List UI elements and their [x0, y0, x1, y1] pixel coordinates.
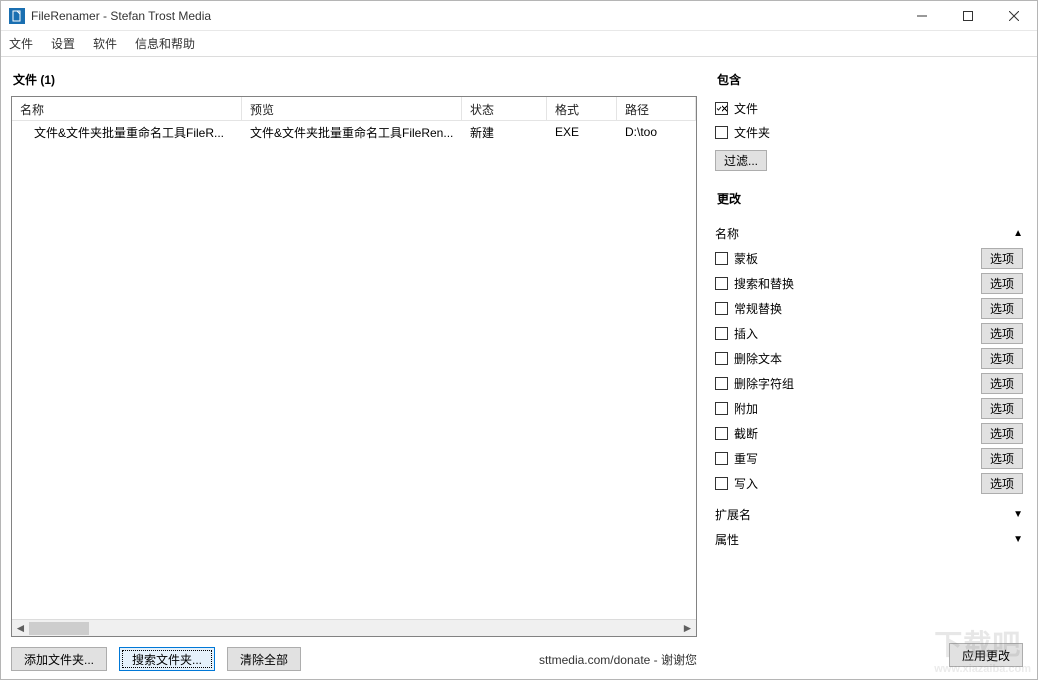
group-name-label: 名称 — [715, 225, 739, 242]
grid-body[interactable]: 文件&文件夹批量重命名工具FileR... 文件&文件夹批量重命名工具FileR… — [12, 121, 696, 619]
include-heading: 包含 — [717, 71, 1023, 88]
option-settings-button[interactable]: 选项 — [981, 448, 1023, 469]
option-row: 常规替换 选项 — [715, 296, 1023, 321]
col-header-format[interactable]: 格式 — [547, 97, 617, 121]
option-checkbox[interactable] — [715, 427, 728, 440]
option-label: 插入 — [734, 325, 758, 342]
menu-file[interactable]: 文件 — [9, 35, 33, 52]
scroll-track[interactable] — [29, 620, 679, 636]
option-row: 蒙板 选项 — [715, 246, 1023, 271]
option-checkbox[interactable] — [715, 277, 728, 290]
col-header-path[interactable]: 路径 — [617, 97, 696, 121]
option-row: 重写 选项 — [715, 446, 1023, 471]
menu-software[interactable]: 软件 — [93, 35, 117, 52]
maximize-button[interactable] — [945, 1, 991, 31]
include-files-checkbox[interactable] — [715, 102, 728, 115]
include-folders-row[interactable]: 文件夹 — [715, 120, 1023, 144]
option-row: 搜索和替换 选项 — [715, 271, 1023, 296]
option-checkbox[interactable] — [715, 452, 728, 465]
option-settings-button[interactable]: 选项 — [981, 323, 1023, 344]
titlebar: FileRenamer - Stefan Trost Media — [1, 1, 1037, 31]
option-row: 删除字符组 选项 — [715, 371, 1023, 396]
option-checkbox[interactable] — [715, 477, 728, 490]
cell-status: 新建 — [462, 122, 547, 143]
group-attr-header[interactable]: 属性 ▼ — [715, 531, 1023, 548]
option-row: 截断 选项 — [715, 421, 1023, 446]
option-label: 删除文本 — [734, 350, 782, 367]
option-row: 插入 选项 — [715, 321, 1023, 346]
option-checkbox[interactable] — [715, 352, 728, 365]
option-label: 常规替换 — [734, 300, 782, 317]
window-controls — [899, 1, 1037, 31]
option-settings-button[interactable]: 选项 — [981, 473, 1023, 494]
file-grid: 名称 预览 状态 格式 路径 文件&文件夹批量重命名工具FileR... 文件&… — [11, 96, 697, 637]
option-checkbox[interactable] — [715, 402, 728, 415]
option-row: 附加 选项 — [715, 396, 1023, 421]
minimize-button[interactable] — [899, 1, 945, 31]
right-pane: 包含 文件 文件夹 过滤... 更改 名称 ▲ 蒙板选项搜索和替换选项常规替换选… — [707, 57, 1037, 679]
cell-name: 文件&文件夹批量重命名工具FileR... — [12, 122, 242, 143]
group-attr-label: 属性 — [715, 531, 739, 548]
grid-header: 名称 预览 状态 格式 路径 — [12, 97, 696, 121]
caret-up-icon: ▲ — [1013, 228, 1023, 239]
option-label: 搜索和替换 — [734, 275, 794, 292]
menu-settings[interactable]: 设置 — [51, 35, 75, 52]
group-ext-label: 扩展名 — [715, 506, 751, 523]
include-folders-checkbox[interactable] — [715, 126, 728, 139]
option-settings-button[interactable]: 选项 — [981, 423, 1023, 444]
horizontal-scrollbar[interactable]: ◄ ► — [12, 619, 696, 636]
cell-preview: 文件&文件夹批量重命名工具FileRen... — [242, 122, 462, 143]
close-button[interactable] — [991, 1, 1037, 31]
group-ext-header[interactable]: 扩展名 ▼ — [715, 506, 1023, 523]
col-header-name[interactable]: 名称 — [12, 97, 242, 121]
cell-format: EXE — [547, 123, 617, 141]
option-label: 附加 — [734, 400, 758, 417]
option-checkbox[interactable] — [715, 377, 728, 390]
option-settings-button[interactable]: 选项 — [981, 248, 1023, 269]
include-files-label: 文件 — [734, 100, 758, 117]
app-icon — [9, 8, 25, 24]
filter-button[interactable]: 过滤... — [715, 150, 767, 171]
changes-heading: 更改 — [717, 190, 1023, 207]
option-label: 写入 — [734, 475, 758, 492]
scroll-right-icon[interactable]: ► — [679, 620, 696, 636]
option-settings-button[interactable]: 选项 — [981, 373, 1023, 394]
files-heading: 文件 (1) — [13, 71, 697, 88]
menubar: 文件 设置 软件 信息和帮助 — [1, 31, 1037, 57]
scroll-thumb[interactable] — [29, 622, 89, 635]
group-name-header[interactable]: 名称 ▲ — [715, 225, 1023, 242]
option-row: 写入 选项 — [715, 471, 1023, 496]
include-files-row[interactable]: 文件 — [715, 96, 1023, 120]
apply-changes-button[interactable]: 应用更改 — [949, 643, 1023, 667]
donate-text: sttmedia.com/donate - 谢谢您 — [539, 651, 697, 668]
option-label: 蒙板 — [734, 250, 758, 267]
include-folders-label: 文件夹 — [734, 124, 770, 141]
option-label: 重写 — [734, 450, 758, 467]
option-checkbox[interactable] — [715, 302, 728, 315]
col-header-preview[interactable]: 预览 — [242, 97, 462, 121]
option-label: 截断 — [734, 425, 758, 442]
scroll-left-icon[interactable]: ◄ — [12, 620, 29, 636]
window-title: FileRenamer - Stefan Trost Media — [31, 9, 211, 23]
option-checkbox[interactable] — [715, 327, 728, 340]
clear-all-button[interactable]: 清除全部 — [227, 647, 301, 671]
option-checkbox[interactable] — [715, 252, 728, 265]
menu-help[interactable]: 信息和帮助 — [135, 35, 195, 52]
option-settings-button[interactable]: 选项 — [981, 398, 1023, 419]
option-row: 删除文本 选项 — [715, 346, 1023, 371]
table-row[interactable]: 文件&文件夹批量重命名工具FileR... 文件&文件夹批量重命名工具FileR… — [12, 121, 696, 143]
bottom-bar: 添加文件夹... 搜索文件夹... 清除全部 sttmedia.com/dona… — [11, 637, 697, 671]
caret-down-icon: ▼ — [1013, 534, 1023, 545]
option-settings-button[interactable]: 选项 — [981, 298, 1023, 319]
search-folder-button[interactable]: 搜索文件夹... — [119, 647, 215, 671]
add-folder-button[interactable]: 添加文件夹... — [11, 647, 107, 671]
option-settings-button[interactable]: 选项 — [981, 273, 1023, 294]
col-header-status[interactable]: 状态 — [462, 97, 547, 121]
option-label: 删除字符组 — [734, 375, 794, 392]
option-settings-button[interactable]: 选项 — [981, 348, 1023, 369]
cell-path: D:\too — [617, 123, 696, 141]
caret-down-icon: ▼ — [1013, 509, 1023, 520]
left-pane: 文件 (1) 名称 预览 状态 格式 路径 文件&文件夹批量重命名工具FileR… — [1, 57, 707, 679]
